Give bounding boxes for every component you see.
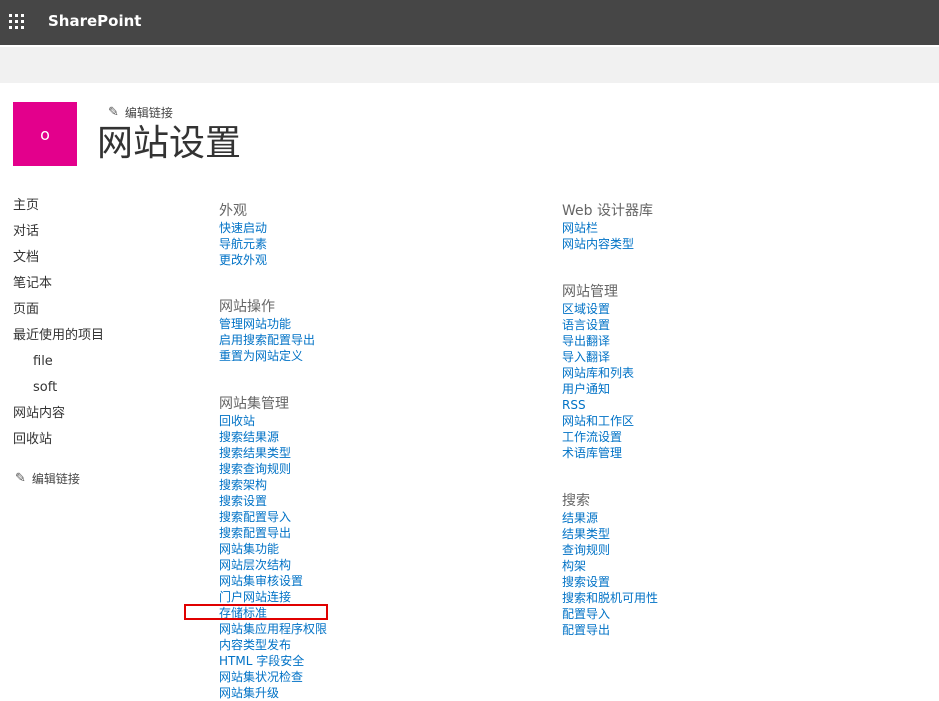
settings-link[interactable]: 启用搜索配置导出 bbox=[219, 332, 315, 348]
site-logo-letter: o bbox=[40, 124, 50, 144]
settings-link[interactable]: 区域设置 bbox=[562, 301, 634, 317]
settings-link[interactable]: 导出翻译 bbox=[562, 333, 634, 349]
leftnav-item-recycle-bin[interactable]: 回收站 bbox=[13, 430, 173, 456]
group-heading: 外观 bbox=[219, 203, 247, 219]
group-links: 回收站 搜索结果源 搜索结果类型 搜索查询规则 搜索架构 搜索设置 搜索配置导入 搜索配置导出… bbox=[219, 413, 327, 701]
settings-link[interactable]: 内容类型发布 bbox=[219, 637, 327, 653]
settings-link[interactable]: 门户网站连接 bbox=[219, 589, 327, 605]
settings-link[interactable]: 语言设置 bbox=[562, 317, 634, 333]
leftnav-edit-links-label: 编辑链接 bbox=[31, 472, 80, 486]
settings-link[interactable]: 重置为网站定义 bbox=[219, 348, 315, 364]
settings-link[interactable]: 更改外观 bbox=[219, 252, 267, 268]
left-navigation: 主页 对话 文档 笔记本 页面 最近使用的项目 file soft 网站内容 回… bbox=[13, 196, 173, 456]
leftnav-subitem-file[interactable]: file bbox=[13, 352, 173, 378]
group-heading: 网站管理 bbox=[562, 284, 618, 300]
page-title: 网站设置 bbox=[97, 123, 242, 164]
settings-link[interactable]: 网站集审核设置 bbox=[219, 573, 327, 589]
group-heading: 网站集管理 bbox=[219, 396, 289, 412]
group-heading: Web 设计器库 bbox=[562, 203, 653, 219]
header-edit-links-label: 编辑链接 bbox=[124, 106, 173, 120]
leftnav-item-recent[interactable]: 最近使用的项目 bbox=[13, 326, 173, 352]
settings-link[interactable]: 结果源 bbox=[562, 510, 658, 526]
settings-link[interactable]: 搜索配置导入 bbox=[219, 509, 327, 525]
leftnav-item-site-contents[interactable]: 网站内容 bbox=[13, 404, 173, 430]
settings-link[interactable]: 网站库和列表 bbox=[562, 365, 634, 381]
group-web-designer-galleries: Web 设计器库 网站栏 网站内容类型 bbox=[562, 202, 653, 252]
group-heading: 搜索 bbox=[562, 493, 590, 509]
settings-link[interactable]: 工作流设置 bbox=[562, 429, 634, 445]
leftnav-subitem-soft[interactable]: soft bbox=[13, 378, 173, 404]
leftnav-item-home[interactable]: 主页 bbox=[13, 196, 173, 222]
group-links: 结果源 结果类型 查询规则 构架 搜索设置 搜索和脱机可用性 配置导入 配置导出 bbox=[562, 510, 658, 638]
group-search: 搜索 结果源 结果类型 查询规则 构架 搜索设置 搜索和脱机可用性 配置导入 配置导出 bbox=[562, 492, 658, 638]
settings-link[interactable]: 搜索设置 bbox=[562, 574, 658, 590]
leftnav-item-conversations[interactable]: 对话 bbox=[13, 222, 173, 248]
pencil-icon: ✎ bbox=[108, 105, 119, 120]
settings-link[interactable]: 快速启动 bbox=[219, 220, 267, 236]
settings-link[interactable]: 术语库管理 bbox=[562, 445, 634, 461]
settings-link[interactable]: 查询规则 bbox=[562, 542, 658, 558]
leftnav-item-documents[interactable]: 文档 bbox=[13, 248, 173, 274]
group-look-and-feel: 外观 快速启动 导航元素 更改外观 bbox=[219, 202, 267, 268]
settings-link[interactable]: 配置导出 bbox=[562, 622, 658, 638]
group-links: 快速启动 导航元素 更改外观 bbox=[219, 220, 267, 268]
sharepoint-brand-link[interactable]: SharePoint bbox=[48, 12, 141, 30]
settings-link[interactable]: 构架 bbox=[562, 558, 658, 574]
settings-link[interactable]: 结果类型 bbox=[562, 526, 658, 542]
leftnav-edit-links-button[interactable]: ✎ 编辑链接 bbox=[15, 470, 80, 487]
suite-bar: SharePoint bbox=[0, 0, 939, 45]
settings-link[interactable]: 网站和工作区 bbox=[562, 413, 634, 429]
settings-link[interactable]: RSS bbox=[562, 397, 634, 413]
settings-link[interactable]: 搜索架构 bbox=[219, 477, 327, 493]
settings-link[interactable]: 搜索设置 bbox=[219, 493, 327, 509]
settings-link[interactable]: 搜索结果类型 bbox=[219, 445, 327, 461]
settings-link[interactable]: 管理网站功能 bbox=[219, 316, 315, 332]
settings-link[interactable]: 导入翻译 bbox=[562, 349, 634, 365]
settings-link[interactable]: 搜索查询规则 bbox=[219, 461, 327, 477]
group-links: 网站栏 网站内容类型 bbox=[562, 220, 653, 252]
settings-link[interactable]: 网站内容类型 bbox=[562, 236, 653, 252]
settings-link[interactable]: 网站集功能 bbox=[219, 541, 327, 557]
app-launcher-waffle-icon[interactable] bbox=[9, 14, 24, 29]
settings-link[interactable]: 搜索结果源 bbox=[219, 429, 327, 445]
pencil-icon: ✎ bbox=[15, 471, 26, 486]
ribbon-bar bbox=[0, 47, 939, 83]
leftnav-item-pages[interactable]: 页面 bbox=[13, 300, 173, 326]
settings-link[interactable]: 网站栏 bbox=[562, 220, 653, 236]
header-edit-links-button[interactable]: ✎ 编辑链接 bbox=[108, 104, 173, 121]
settings-link[interactable]: 搜索和脱机可用性 bbox=[562, 590, 658, 606]
highlight-box bbox=[184, 604, 328, 620]
settings-link[interactable]: 网站集升级 bbox=[219, 685, 327, 701]
leftnav-item-notebook[interactable]: 笔记本 bbox=[13, 274, 173, 300]
settings-link[interactable]: 配置导入 bbox=[562, 606, 658, 622]
group-links: 区域设置 语言设置 导出翻译 导入翻译 网站库和列表 用户通知 RSS 网站和工作区 工作流设置… bbox=[562, 301, 634, 461]
settings-link[interactable]: 搜索配置导出 bbox=[219, 525, 327, 541]
settings-link[interactable]: HTML 字段安全 bbox=[219, 653, 327, 669]
group-links: 管理网站功能 启用搜索配置导出 重置为网站定义 bbox=[219, 316, 315, 364]
group-site-actions: 网站操作 管理网站功能 启用搜索配置导出 重置为网站定义 bbox=[219, 298, 315, 364]
site-logo[interactable]: o bbox=[13, 102, 77, 166]
group-heading: 网站操作 bbox=[219, 299, 275, 315]
group-site-administration: 网站管理 区域设置 语言设置 导出翻译 导入翻译 网站库和列表 用户通知 RSS 网站和工作区… bbox=[562, 283, 634, 461]
settings-link[interactable]: 回收站 bbox=[219, 413, 327, 429]
settings-link[interactable]: 用户通知 bbox=[562, 381, 634, 397]
settings-link[interactable]: 网站集状况检查 bbox=[219, 669, 327, 685]
settings-link[interactable]: 导航元素 bbox=[219, 236, 267, 252]
settings-link[interactable]: 网站集应用程序权限 bbox=[219, 621, 327, 637]
group-site-collection-administration: 网站集管理 回收站 搜索结果源 搜索结果类型 搜索查询规则 搜索架构 搜索设置 搜索配置导入… bbox=[219, 395, 327, 701]
settings-link[interactable]: 网站层次结构 bbox=[219, 557, 327, 573]
